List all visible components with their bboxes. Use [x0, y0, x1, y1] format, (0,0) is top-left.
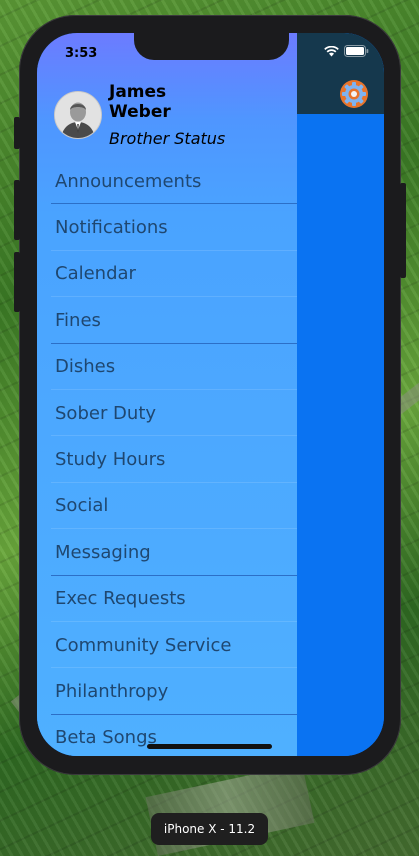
wifi-icon	[324, 45, 339, 56]
mute-switch	[14, 117, 20, 149]
menu-item-sober-duty[interactable]: Sober Duty	[37, 390, 297, 437]
menu-item-label: Fines	[55, 309, 101, 331]
avatar[interactable]	[54, 91, 102, 139]
menu-item-label: Sober Duty	[55, 402, 157, 424]
volume-down-button	[14, 252, 20, 312]
menu-item-calendar[interactable]: Calendar	[37, 251, 297, 298]
menu-item-exec-requests[interactable]: Exec Requests	[37, 576, 297, 622]
device-screen: James Weber Brother Status Announcements…	[37, 33, 384, 756]
menu-item-label: Exec Requests	[55, 588, 186, 610]
menu-item-notifications[interactable]: Notifications	[37, 204, 297, 251]
menu-item-label: Calendar	[55, 263, 136, 285]
menu-item-label: Dishes	[55, 356, 116, 378]
user-first-name: James	[109, 82, 167, 102]
menu-item-beta-songs[interactable]: Beta Songs	[37, 715, 297, 756]
user-last-name: Weber	[109, 102, 171, 122]
menu-item-community-service[interactable]: Community Service	[37, 622, 297, 669]
volume-up-button	[14, 180, 20, 240]
gear-icon[interactable]	[339, 79, 369, 109]
user-name: James Weber	[109, 82, 199, 122]
menu-item-label: Beta Songs	[55, 727, 157, 749]
menu-item-label: Community Service	[55, 634, 232, 656]
battery-icon	[344, 45, 369, 57]
person-silhouette-icon	[55, 92, 101, 138]
user-status: Brother Status	[109, 129, 226, 148]
menu-item-philanthropy[interactable]: Philanthropy	[37, 668, 297, 715]
menu-item-fines[interactable]: Fines	[37, 297, 297, 344]
menu-item-label: Announcements	[55, 170, 202, 192]
menu-item-label: Philanthropy	[55, 680, 169, 702]
menu-item-label: Study Hours	[55, 449, 166, 471]
drawer-menu: Announcements Notifications Calendar Fines D…	[37, 158, 297, 756]
status-icons	[324, 45, 369, 57]
menu-item-label: Social	[55, 495, 109, 517]
menu-item-social[interactable]: Social	[37, 483, 297, 530]
menu-item-label: Notifications	[55, 217, 168, 239]
menu-item-study-hours[interactable]: Study Hours	[37, 436, 297, 483]
side-drawer: James Weber Brother Status Announcements…	[37, 33, 297, 756]
home-indicator[interactable]	[147, 744, 272, 749]
menu-item-label: Messaging	[55, 541, 151, 563]
menu-item-messaging[interactable]: Messaging	[37, 529, 297, 576]
status-time: 3:53	[65, 46, 98, 61]
device-notch	[134, 33, 289, 60]
menu-item-dishes[interactable]: Dishes	[37, 344, 297, 390]
menu-item-announcements[interactable]: Announcements	[37, 158, 297, 205]
simulator-device-label: iPhone X - 11.2	[151, 813, 268, 845]
power-button	[400, 183, 406, 278]
